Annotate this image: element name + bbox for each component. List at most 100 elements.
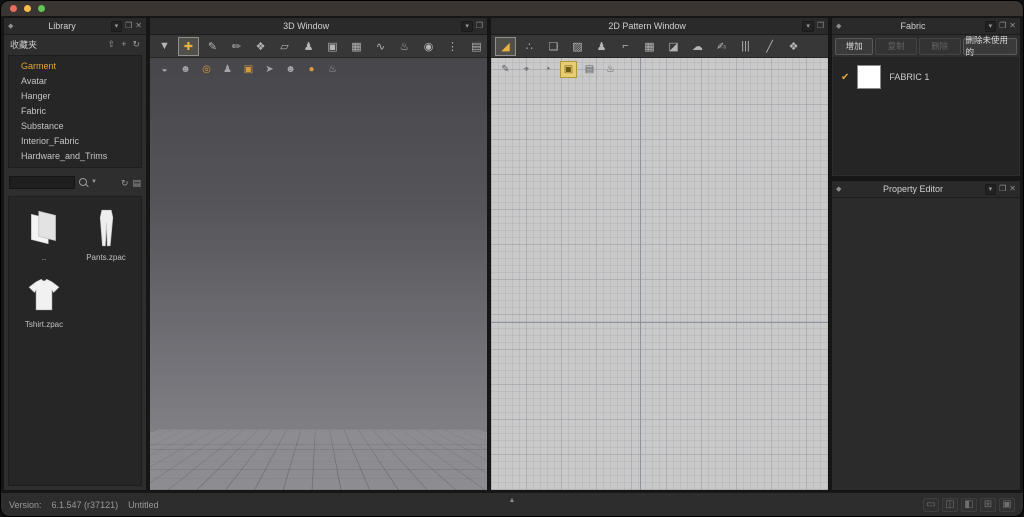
avatar-icon[interactable]: ♟ xyxy=(298,37,319,56)
sheet-toggle-icon[interactable]: ▤ xyxy=(581,61,598,78)
fabric-row[interactable]: ✔ FABRIC 1 xyxy=(833,65,1019,89)
float-panel-icon[interactable]: ❐ xyxy=(999,185,1006,193)
texture-grid-icon[interactable]: ▦ xyxy=(639,37,660,56)
image-icon[interactable]: ▨ xyxy=(567,37,588,56)
property-editor-header: ◆ Property Editor ▾ ❐ ✕ xyxy=(832,181,1020,198)
copy-fabric-button[interactable]: 复制 xyxy=(875,37,917,55)
expand-bottom-panel-button[interactable]: ▲ xyxy=(509,497,516,504)
export-icon[interactable]: ⇧ xyxy=(108,39,116,49)
2d-pattern-canvas[interactable]: ✎ ⌖ ◔ ▣ ▤ ♨ xyxy=(491,58,828,490)
tshirt-icon[interactable]: ❖ xyxy=(783,37,804,56)
2d-window-dropdown[interactable]: ▾ xyxy=(802,20,814,32)
arrangement-pieces-icon[interactable]: ❖ xyxy=(250,37,271,56)
panel-menu-dropdown[interactable]: ▾ xyxy=(110,20,123,32)
float-panel-icon[interactable]: ❐ xyxy=(817,22,824,30)
ring-toggle-icon[interactable]: ◎ xyxy=(198,61,215,78)
trace-hand-icon[interactable]: ✍ xyxy=(711,37,732,56)
simulate-icon[interactable]: ▼ xyxy=(154,37,175,56)
target-icon[interactable]: ⌖ xyxy=(518,61,535,78)
select-move-icon[interactable]: ✚ xyxy=(178,36,199,56)
steam-cloud-icon[interactable]: ☁ xyxy=(687,37,708,56)
library-category-item[interactable]: Garment xyxy=(9,59,141,74)
property-editor-dropdown[interactable]: ▾ xyxy=(984,183,997,195)
search-input[interactable] xyxy=(9,175,75,189)
transform-pattern-icon[interactable]: ◢ xyxy=(495,36,516,56)
close-window-button[interactable] xyxy=(10,5,17,12)
library-category-item[interactable]: Fabric xyxy=(9,104,141,119)
layout-split-icon[interactable]: ◫ xyxy=(942,497,958,512)
avatar-head-toggle-icon[interactable]: ☻ xyxy=(177,61,194,78)
sewing-machine-icon[interactable]: ⌐ xyxy=(615,37,636,56)
fold-arrangement-icon[interactable]: ▱ xyxy=(274,37,295,56)
tape-icon[interactable]: ⋮ xyxy=(442,37,463,56)
layout-grid-icon[interactable]: ⊞ xyxy=(980,497,996,512)
pattern-shapes-icon[interactable]: ❏ xyxy=(543,37,564,56)
orange-doc-toggle-icon[interactable]: ▣ xyxy=(240,61,257,78)
mesh-grid-icon[interactable]: ▦ xyxy=(346,37,367,56)
minimize-window-button[interactable] xyxy=(24,5,31,12)
roller-icon[interactable]: ♨ xyxy=(602,61,619,78)
stitch-line-icon[interactable]: ╱ xyxy=(759,37,780,56)
circle-toggle-icon[interactable]: ◔ xyxy=(539,61,556,78)
delete-unused-fabric-button[interactable]: 删除未使用的 xyxy=(962,35,1018,57)
dock-icon[interactable]: ◆ xyxy=(8,22,13,30)
pants-file-item[interactable]: Pants.zpac xyxy=(75,205,137,262)
3d-viewport[interactable]: ◒ ☻ ◎ ♟ ▣ ➤ ☻ ● ♨ xyxy=(150,58,487,490)
steam-boot-icon[interactable]: ♨ xyxy=(394,37,415,56)
pants-icon xyxy=(99,209,114,247)
mannequin-icon[interactable]: ♟ xyxy=(591,37,612,56)
orange-sphere-toggle-icon[interactable]: ● xyxy=(303,61,320,78)
sewing-wire-icon[interactable]: ∿ xyxy=(370,37,391,56)
close-panel-icon[interactable]: ✕ xyxy=(1009,185,1016,193)
add-icon[interactable]: + xyxy=(121,39,126,49)
awl-pen-icon[interactable]: ✎ xyxy=(497,61,514,78)
fabric-swatch[interactable] xyxy=(857,65,882,89)
figure-toggle-icon[interactable]: ♟ xyxy=(219,61,236,78)
delete-fabric-button[interactable]: 删除 xyxy=(918,37,961,55)
stand-toggle-icon[interactable]: ♨ xyxy=(324,61,341,78)
layout-record-icon[interactable]: ▣ xyxy=(999,497,1015,512)
list-view-icon[interactable]: ▤ xyxy=(132,178,141,188)
float-panel-icon[interactable]: ❐ xyxy=(999,22,1006,30)
refresh-icon[interactable]: ↻ xyxy=(121,178,129,188)
library-category-item[interactable]: Hanger xyxy=(9,89,141,104)
library-category-item[interactable]: Avatar xyxy=(9,74,141,89)
dock-icon[interactable]: ◆ xyxy=(836,185,841,193)
tshirt-file-item[interactable]: Tshirt.zpac xyxy=(13,272,75,329)
dock-icon[interactable]: ◆ xyxy=(836,22,841,30)
pattern-toggle-icon[interactable]: ▣ xyxy=(560,61,577,78)
version-label: Version: xyxy=(9,499,42,510)
close-panel-icon[interactable]: ✕ xyxy=(1009,22,1016,30)
3d-window-dropdown[interactable]: ▾ xyxy=(461,20,473,32)
library-category-item[interactable]: Substance xyxy=(9,119,141,134)
refresh-icon[interactable]: ↻ xyxy=(132,39,140,49)
pattern-center-horizontal-line xyxy=(491,322,828,323)
zoom-window-button[interactable] xyxy=(38,5,45,12)
folder-up-item[interactable]: .. xyxy=(13,205,75,262)
library-category-item[interactable]: Hardware_and_Trims xyxy=(9,149,141,164)
sphere-tool-icon[interactable]: ◉ xyxy=(418,37,439,56)
close-panel-icon[interactable]: ✕ xyxy=(135,22,142,30)
iron-icon[interactable]: ◪ xyxy=(663,37,684,56)
2d-canvas-toggles: ✎ ⌖ ◔ ▣ ▤ ♨ xyxy=(497,61,619,78)
board-icon[interactable]: ▤ xyxy=(466,37,487,56)
layout-single-icon[interactable]: ▭ xyxy=(923,497,939,512)
library-category-item[interactable]: Interior_Fabric xyxy=(9,134,141,149)
float-panel-icon[interactable]: ❐ xyxy=(476,22,483,30)
bust-toggle-icon[interactable]: ☻ xyxy=(282,61,299,78)
pin-pen-icon[interactable]: ✎ xyxy=(202,37,223,56)
dark-sphere-toggle-icon[interactable]: ◒ xyxy=(156,61,173,78)
folder-icon xyxy=(31,210,56,245)
search-icon[interactable] xyxy=(79,178,87,186)
layout-corner-icon[interactable]: ◧ xyxy=(961,497,977,512)
add-fabric-button[interactable]: 增加 xyxy=(835,37,874,55)
float-panel-icon[interactable]: ❐ xyxy=(125,22,132,30)
3d-window-panel: 3D Window ▾ ❐ ▼✚✎✏❖▱♟▣▦∿♨◉⋮▤≋ ◒☻◎♟▣➤☻●♨ xyxy=(149,17,505,491)
sewing-pen-icon[interactable]: ✏ xyxy=(226,37,247,56)
fabric-panel-dropdown[interactable]: ▾ xyxy=(984,20,997,32)
pleats-icon[interactable]: ||| xyxy=(735,37,756,56)
search-options-dropdown[interactable]: ▼ xyxy=(91,179,97,185)
edit-pattern-icon[interactable]: ∴ xyxy=(519,37,540,56)
reset-arrangement-icon[interactable]: ▣ xyxy=(322,37,343,56)
cursor-toggle-icon[interactable]: ➤ xyxy=(261,61,278,78)
